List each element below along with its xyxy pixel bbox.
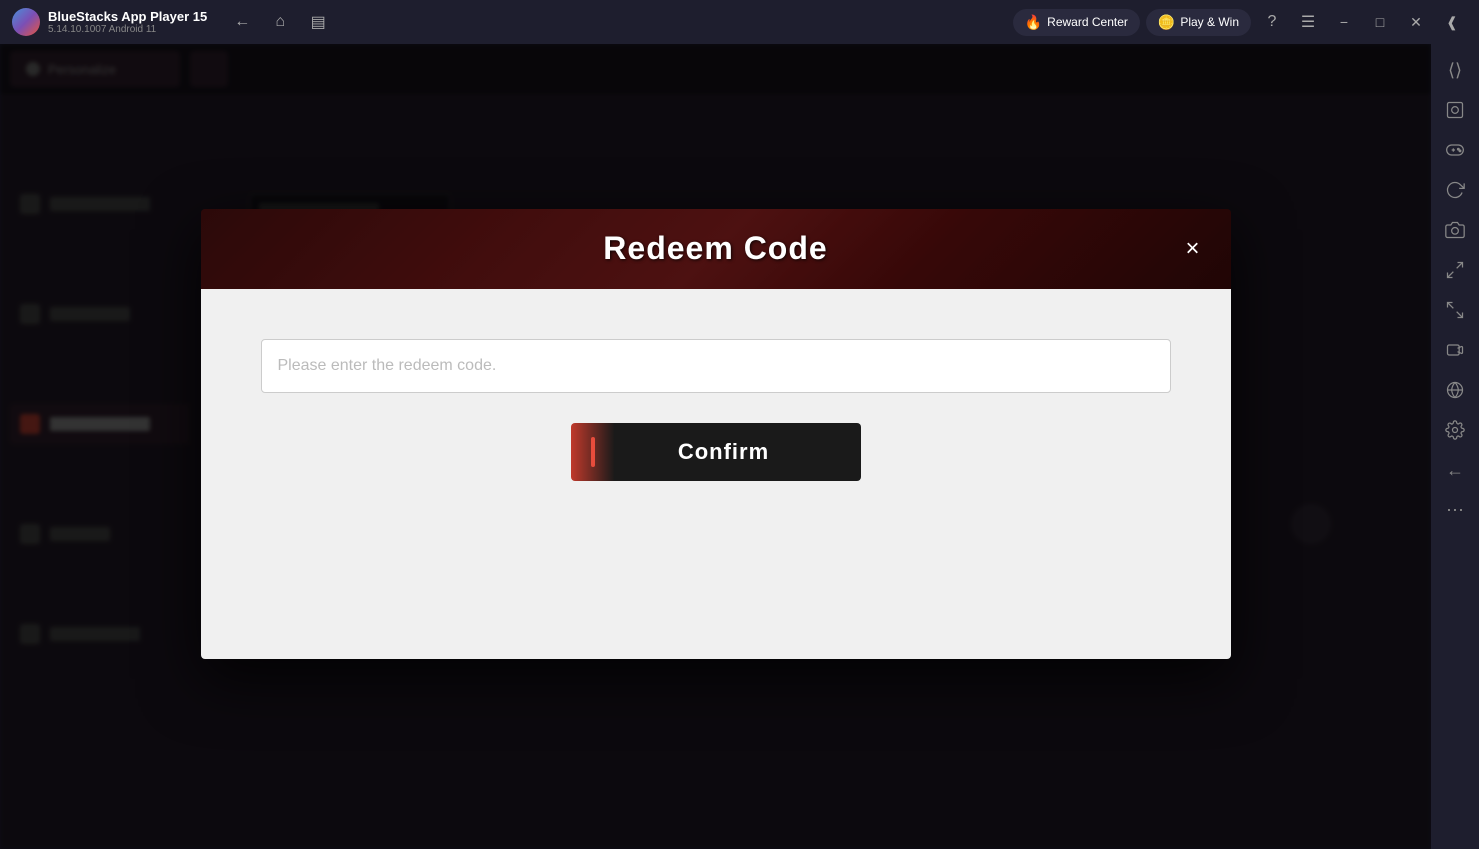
sidebar-globe-icon[interactable] — [1437, 372, 1473, 408]
redeem-code-modal: Redeem Code × Confirm — [201, 209, 1231, 659]
modal-close-button[interactable]: × — [1175, 231, 1211, 267]
sidebar-camera-icon[interactable] — [1437, 212, 1473, 248]
sidebar-screenshot-icon[interactable] — [1437, 92, 1473, 128]
nav-buttons: ← ⌂ ▤ — [227, 7, 333, 37]
confirm-button-label: Confirm — [607, 439, 841, 465]
reward-center-label: Reward Center — [1047, 15, 1128, 29]
sidebar-gamepad-icon[interactable] — [1437, 132, 1473, 168]
play-win-button[interactable]: 🪙 Play & Win — [1146, 9, 1251, 36]
menu-button[interactable]: ☰ — [1293, 7, 1323, 37]
title-bar: BlueStacks App Player 15 5.14.10.1007 An… — [0, 0, 1479, 44]
maximize-button[interactable]: □ — [1365, 7, 1395, 37]
sidebar-resize-h-icon[interactable] — [1437, 252, 1473, 288]
modal-container: Redeem Code × Confirm — [201, 209, 1231, 659]
play-win-label: Play & Win — [1180, 15, 1239, 29]
sidebar-toggle[interactable]: ❰ — [1437, 7, 1467, 37]
sidebar-more-icon[interactable]: ⋯ — [1437, 492, 1473, 528]
minimize-button[interactable]: − — [1329, 7, 1359, 37]
sidebar-expand-icon[interactable]: ⟨⟩ — [1437, 52, 1473, 88]
app-version: 5.14.10.1007 Android 11 — [48, 24, 207, 35]
reward-center-button[interactable]: 🔥 Reward Center — [1013, 9, 1140, 36]
sidebar-refresh-icon[interactable] — [1437, 172, 1473, 208]
right-sidebar: ⟨⟩ ← ⋯ — [1431, 44, 1479, 849]
app-logo — [12, 8, 40, 36]
title-bar-right: 🔥 Reward Center 🪙 Play & Win ? ☰ − □ ✕ ❰ — [1013, 7, 1467, 37]
close-button[interactable]: ✕ — [1401, 7, 1431, 37]
coin-icon: 🪙 — [1158, 14, 1175, 31]
back-button[interactable]: ← — [227, 7, 257, 37]
fire-icon: 🔥 — [1025, 14, 1042, 31]
modal-body: Confirm — [201, 289, 1231, 659]
sidebar-back-icon[interactable]: ← — [1437, 452, 1473, 488]
app-name: BlueStacks App Player 15 — [48, 9, 207, 24]
sidebar-record-icon[interactable] — [1437, 332, 1473, 368]
help-button[interactable]: ? — [1257, 7, 1287, 37]
modal-title: Redeem Code — [603, 230, 827, 267]
redeem-code-input[interactable] — [261, 339, 1171, 393]
layers-button[interactable]: ▤ — [303, 7, 333, 37]
sidebar-resize-v-icon[interactable] — [1437, 292, 1473, 328]
confirm-button[interactable]: Confirm — [571, 423, 861, 481]
home-button[interactable]: ⌂ — [265, 7, 295, 37]
modal-header: Redeem Code × — [201, 209, 1231, 289]
sidebar-settings-icon[interactable] — [1437, 412, 1473, 448]
